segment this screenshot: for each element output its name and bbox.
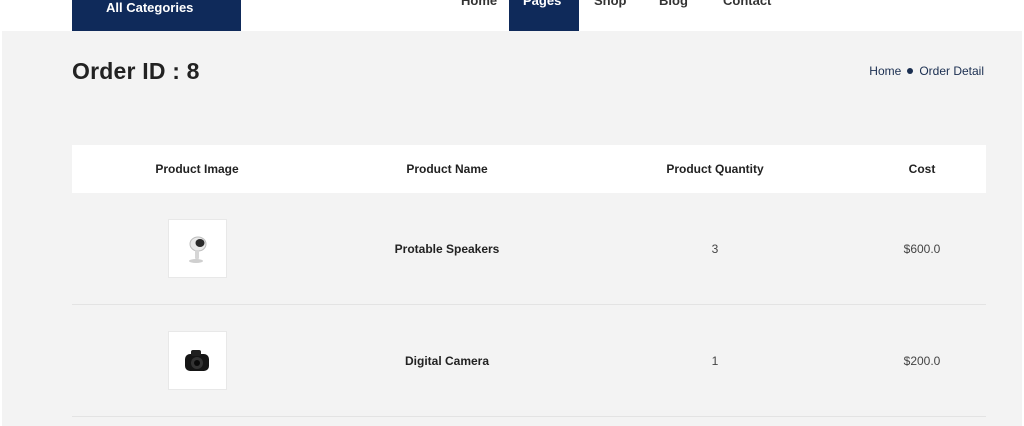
page-title: Order ID : 8 [72,58,200,84]
product-thumbnail[interactable] [167,331,227,390]
breadcrumb-current: Order Detail [919,64,984,78]
speaker-icon [189,236,207,263]
breadcrumb: Home Order Detail [869,64,984,78]
product-image-cell [72,219,322,278]
product-name: Digital Camera [404,353,490,368]
header-product-image: Product Image [155,162,239,176]
nav-blog[interactable]: Blog [659,0,688,8]
order-items-table: Product Image Product Name Product Quant… [72,145,986,417]
product-image-cell [72,331,322,390]
product-name: Protable Speakers [394,241,500,256]
nav-shop[interactable]: Shop [594,0,627,8]
product-quantity: 1 [711,353,719,368]
product-quantity: 3 [711,241,719,256]
table-header-row: Product Image Product Name Product Quant… [72,145,986,193]
table-row: Digital Camera 1 $200.0 [72,305,986,417]
product-thumbnail[interactable] [167,219,227,278]
product-cost: $600.0 [903,241,941,256]
header-product-name: Product Name [406,162,488,176]
camera-icon [185,349,209,371]
all-categories-button[interactable]: All Categories [72,0,241,31]
nav-pages[interactable]: Pages [509,0,579,31]
nav-contact[interactable]: Contact [723,0,771,8]
header-product-quantity: Product Quantity [666,162,764,176]
breadcrumb-separator-icon [907,68,914,74]
product-cost: $200.0 [903,353,941,368]
top-navigation: All Categories Home Pages Shop Blog Cont… [0,0,1024,31]
table-row: Protable Speakers 3 $600.0 [72,193,986,305]
breadcrumb-home-link[interactable]: Home [869,64,901,78]
nav-home[interactable]: Home [461,0,497,8]
header-cost: Cost [908,162,936,176]
order-detail-page: Order ID : 8 Home Order Detail Product I… [2,31,1022,426]
